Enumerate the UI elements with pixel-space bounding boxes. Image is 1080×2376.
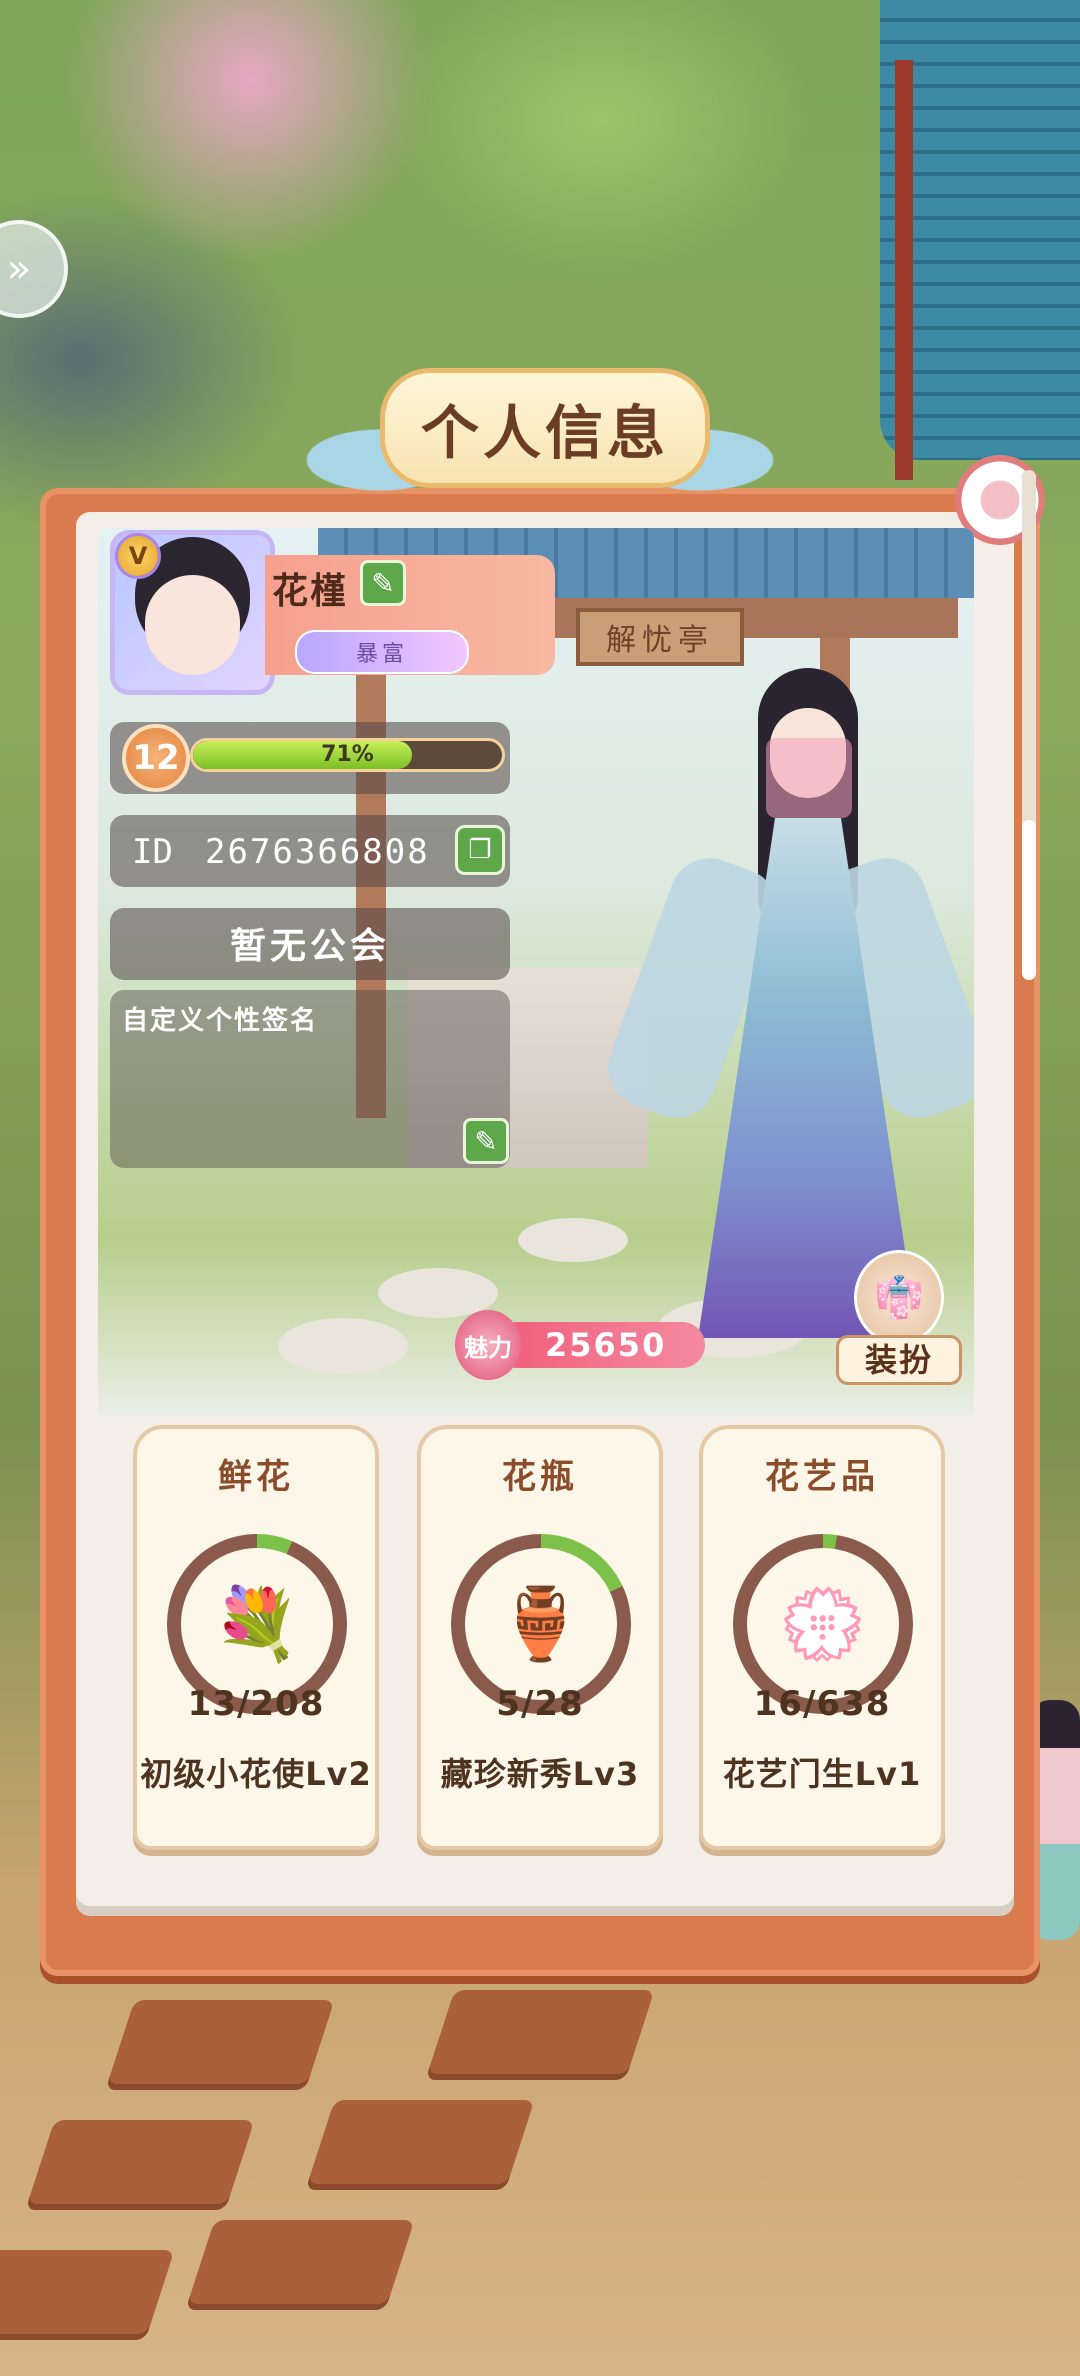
level-badge: 12 <box>122 724 190 792</box>
charm-display: 魅力 25650 <box>455 1310 705 1380</box>
dress-up-button[interactable]: 👘 装扮 <box>836 1250 962 1385</box>
collection-rank: 初级小花使Lv2 <box>140 1755 372 1793</box>
bouquet-icon: 💐 <box>181 1548 333 1700</box>
dress-icon: 👘 <box>854 1250 944 1345</box>
dress-up-label: 装扮 <box>836 1335 962 1385</box>
pavilion-plaque: 解忧亭 <box>576 608 744 666</box>
pencil-icon: ✎ <box>474 1124 498 1158</box>
charm-value: 25650 <box>545 1326 667 1364</box>
collection-count: 13/208 <box>187 1684 325 1724</box>
building-pillar <box>895 60 913 480</box>
flower-arrangement-icon: 💮 <box>747 1548 899 1700</box>
card-title: 鲜花 <box>218 1457 294 1497</box>
floor-tile <box>425 1990 655 2080</box>
floor-tile <box>185 2220 415 2310</box>
card-title: 花艺品 <box>765 1457 879 1497</box>
copy-icon: ❐ <box>468 835 492 865</box>
xp-percent-label: 71% <box>321 742 374 767</box>
floor-tile <box>25 2120 255 2210</box>
collection-count: 5/28 <box>496 1684 584 1724</box>
player-name: 花槿 <box>272 571 349 612</box>
collection-card-flowers[interactable]: 鲜花 💐 13/208 初级小花使Lv2 <box>133 1425 379 1850</box>
collection-card-vases[interactable]: 花瓶 🏺 5/28 藏珍新秀Lv3 <box>417 1425 663 1850</box>
title-badge[interactable]: 暴富 <box>295 630 469 674</box>
title-scroll: 个人信息 <box>380 368 710 488</box>
vip-badge: V <box>118 536 158 576</box>
panel-title-banner: 个人信息 <box>300 350 780 500</box>
collection-count: 16/638 <box>753 1684 891 1724</box>
edit-name-button[interactable]: ✎ <box>360 560 406 606</box>
card-title: 花瓶 <box>502 1457 578 1497</box>
charm-icon: 魅力 <box>455 1310 521 1380</box>
double-chevron-right-icon: » <box>6 246 32 292</box>
guild-label: 暂无公会 <box>229 926 390 967</box>
copy-id-button[interactable]: ❐ <box>455 825 505 875</box>
floor-tile <box>305 2100 535 2190</box>
vase-icon: 🏺 <box>465 1548 617 1700</box>
path-stone <box>278 1318 408 1374</box>
player-id: 2676366808 <box>205 832 430 872</box>
collection-card-arrangements[interactable]: 花艺品 💮 16/638 花艺门生Lv1 <box>699 1425 945 1850</box>
pencil-icon: ✎ <box>371 566 395 600</box>
character-veil <box>766 738 852 818</box>
scrollbar-thumb[interactable] <box>1022 820 1036 980</box>
floor-tile <box>0 2250 175 2340</box>
edit-signature-button[interactable]: ✎ <box>463 1118 509 1164</box>
page-title: 个人信息 <box>420 399 669 467</box>
avatar-face <box>145 575 240 675</box>
collection-rank: 花艺门生Lv1 <box>722 1755 922 1793</box>
signature-placeholder: 自定义个性签名 <box>122 1006 319 1036</box>
floor-tile <box>105 2000 335 2090</box>
id-label: ID <box>132 832 173 872</box>
collection-rank: 藏珍新秀Lv3 <box>440 1755 640 1793</box>
path-stone <box>518 1218 628 1262</box>
